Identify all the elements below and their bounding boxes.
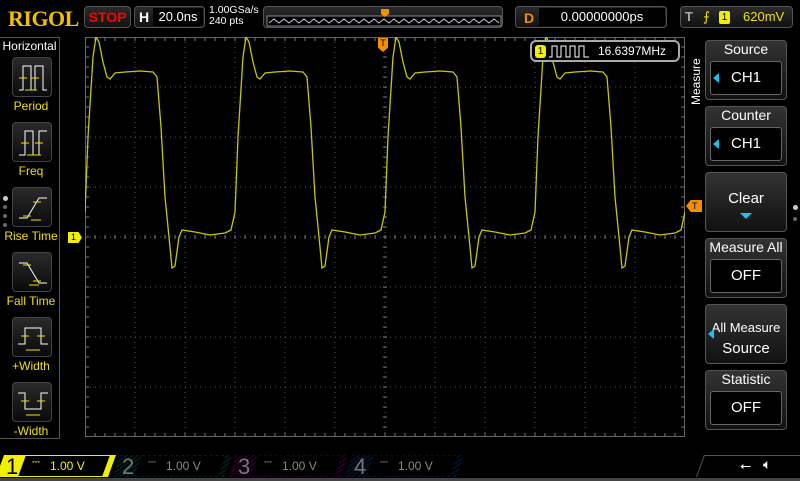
channel-4-button[interactable]: 4 ⎓ 1.00 V bbox=[343, 454, 465, 479]
statistic-label: Statistic bbox=[721, 371, 771, 387]
left-arrow-icon bbox=[713, 73, 719, 83]
channel-number: 2 bbox=[122, 454, 135, 479]
source-value-box: CH1 bbox=[710, 61, 782, 95]
waveform-display[interactable] bbox=[85, 37, 685, 437]
channel-3-button[interactable]: 3 ⎓ 1.00 V bbox=[227, 454, 349, 479]
measure-item-label: +Width bbox=[12, 359, 50, 373]
measure--width-button[interactable] bbox=[12, 382, 52, 422]
positive-width-icon bbox=[18, 327, 48, 351]
rise-time-icon bbox=[19, 197, 47, 221]
measure-all-label: Measure All bbox=[709, 239, 783, 255]
memory-waveform-icon bbox=[266, 9, 502, 27]
counter-value: 16.6397MHz bbox=[598, 44, 667, 58]
counter-source-value: CH1 bbox=[730, 135, 761, 152]
frequency-counter: 1 16.6397MHz bbox=[530, 40, 680, 62]
channel-2-button[interactable]: 2 ⎓ 1.00 V bbox=[111, 454, 233, 479]
measure-softkey-menu: Measure Source CH1 Counter CH1 Clear Measu… bbox=[689, 37, 800, 439]
measure-rise-time-button[interactable] bbox=[12, 187, 52, 227]
measure-all-value: OFF bbox=[731, 267, 761, 284]
measure-fall-time-button[interactable] bbox=[12, 252, 52, 292]
counter-softkey[interactable]: Counter CH1 bbox=[705, 106, 787, 166]
d-label: D bbox=[524, 10, 535, 26]
t-label: T bbox=[685, 9, 693, 24]
measure-item-label: Fall Time bbox=[6, 294, 56, 308]
delay-display[interactable]: D 0.00000000ps bbox=[515, 6, 667, 28]
delay-value: 0.00000000ps bbox=[539, 8, 665, 26]
statistic-value: OFF bbox=[731, 399, 761, 416]
clear-softkey[interactable]: Clear bbox=[705, 172, 787, 232]
speaker-muted-icon: 🔈︎ bbox=[763, 456, 772, 472]
channel-number: 3 bbox=[238, 454, 251, 479]
channel-scale: 1.00 V bbox=[282, 459, 317, 473]
all-measure-source-softkey[interactable]: All Measure Source bbox=[705, 304, 787, 364]
channel-scale: 1.00 V bbox=[50, 459, 85, 473]
negative-width-icon bbox=[18, 392, 48, 416]
trigger-source-badge: 1 bbox=[719, 11, 730, 24]
counter-value-box: CH1 bbox=[710, 127, 782, 161]
page-indicator bbox=[3, 196, 8, 227]
dc-coupling-icon: ⎓ bbox=[148, 457, 156, 468]
all-measure-source-label: Source bbox=[722, 340, 770, 357]
dc-coupling-icon: ⎓ bbox=[380, 457, 388, 468]
measure-item-label: Freq bbox=[18, 164, 44, 178]
down-arrow-icon bbox=[740, 213, 752, 219]
channel-number: 1 bbox=[6, 454, 19, 479]
source-label: Source bbox=[723, 41, 769, 57]
menu-title: Horizontal bbox=[2, 39, 57, 53]
freq-icon bbox=[19, 130, 47, 156]
run-stop-status[interactable]: STOP bbox=[84, 6, 131, 28]
statistic-value-box: OFF bbox=[710, 391, 782, 425]
fall-time-icon bbox=[19, 262, 47, 286]
channel-number: 4 bbox=[354, 454, 367, 479]
measure-item-label: -Width bbox=[13, 424, 49, 438]
measure-freq-button[interactable] bbox=[12, 122, 52, 162]
measure-period-button[interactable] bbox=[12, 57, 52, 97]
left-arrow-icon bbox=[708, 329, 714, 339]
square-wave-icon bbox=[549, 45, 589, 58]
measure-all-value-box: OFF bbox=[710, 259, 782, 293]
rigol-logo: RIGOL bbox=[8, 6, 79, 31]
channel-scale: 1.00 V bbox=[166, 459, 201, 473]
source-softkey[interactable]: Source CH1 bbox=[705, 40, 787, 100]
dc-coupling-icon: ⎓ bbox=[264, 457, 272, 468]
trigger-display[interactable]: T ⨍ 1 620mV bbox=[680, 6, 793, 28]
acquisition-info: 1.00GSa/s 240 pts bbox=[209, 5, 259, 27]
channel-scale: 1.00 V bbox=[398, 459, 433, 473]
all-measure-label: All Measure bbox=[711, 320, 781, 335]
measure-all-softkey[interactable]: Measure All OFF bbox=[705, 238, 787, 298]
counter-label: Counter bbox=[721, 107, 771, 123]
measure-item-label: Period bbox=[13, 99, 49, 113]
channel-status-bar: 1 ⎓ 1.00 V 2 ⎓ 1.00 V 3 ⎓ 1.00 V 4 ⎓ 1.0… bbox=[0, 454, 800, 481]
menu-page-indicator bbox=[793, 205, 798, 221]
h-label: H bbox=[139, 9, 150, 25]
rising-edge-icon: ⨍ bbox=[703, 9, 710, 24]
counter-channel-badge: 1 bbox=[535, 45, 546, 58]
clear-label: Clear bbox=[728, 190, 764, 207]
statistic-softkey[interactable]: Statistic OFF bbox=[705, 370, 787, 430]
trigger-level: 620mV bbox=[743, 9, 785, 24]
measure-item-label: Rise Time bbox=[4, 229, 58, 243]
menu-title: Measure bbox=[689, 58, 703, 105]
source-value: CH1 bbox=[730, 69, 761, 86]
memory-depth: 240 pts bbox=[209, 15, 244, 27]
dc-coupling-icon: ⎓ bbox=[32, 457, 40, 468]
horizontal-timebase[interactable]: H 20.0ns bbox=[134, 6, 205, 28]
ch1-offset-marker[interactable]: 1 bbox=[68, 232, 82, 243]
period-icon bbox=[19, 65, 47, 91]
left-arrow-icon bbox=[713, 139, 719, 149]
timebase-value: 20.0ns bbox=[153, 8, 203, 26]
measure-category-menu: Horizontal Period Freq Rise Time Fall Time +… bbox=[0, 37, 60, 439]
usb-icon: ⭠ bbox=[740, 457, 752, 473]
channel-1-button[interactable]: 1 ⎓ 1.00 V bbox=[0, 454, 117, 479]
memory-overview bbox=[263, 6, 503, 28]
measure--width-button[interactable] bbox=[12, 317, 52, 357]
